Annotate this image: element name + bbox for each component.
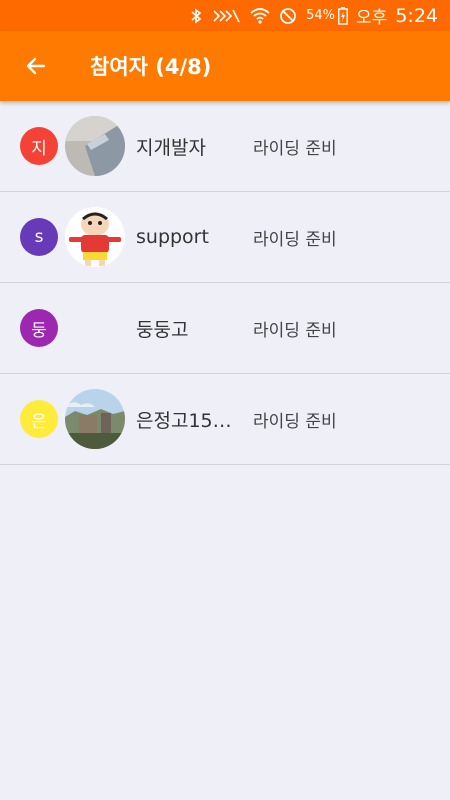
status-ampm: 오후 xyxy=(356,8,388,28)
avatar xyxy=(65,207,125,267)
battery-charging-icon xyxy=(338,6,348,25)
participant-name: support xyxy=(136,226,209,248)
initial-badge: 은 xyxy=(20,400,58,438)
avatar xyxy=(65,116,125,176)
list-item[interactable]: 은 은정고15… 라이딩 준비 xyxy=(0,374,450,465)
arrow-left-icon xyxy=(26,57,46,75)
participant-name: 지개발자 xyxy=(136,136,206,159)
list-item[interactable]: 둥 둥둥고 라이딩 준비 xyxy=(0,283,450,374)
page-title: 참여자 (4/8) xyxy=(90,55,212,79)
participant-status: 라이딩 준비 xyxy=(253,320,337,341)
back-button[interactable] xyxy=(0,31,72,101)
list-item[interactable]: 지 지개발자 라이딩 준비 xyxy=(0,101,450,192)
status-time: 5:24 xyxy=(395,4,438,27)
initial-badge: 지 xyxy=(20,127,58,165)
participant-name: 둥둥고 xyxy=(136,318,189,341)
avatar xyxy=(65,389,125,449)
initial-badge: 둥 xyxy=(20,309,58,347)
battery-percent: 54% xyxy=(306,8,336,23)
app-bar: 참여자 (4/8) xyxy=(0,31,450,101)
bluetooth-icon xyxy=(190,7,202,24)
participant-list: 지 지개발자 라이딩 준비 s support 라이딩 준비 둥 둥둥고 라이딩… xyxy=(0,101,450,465)
status-bar: 54% 오후 5:24 xyxy=(0,0,450,31)
participant-status: 라이딩 준비 xyxy=(253,138,337,159)
mute-icon xyxy=(211,8,241,24)
do-not-disturb-icon xyxy=(279,7,297,25)
initial-badge: s xyxy=(20,218,58,256)
list-item[interactable]: s support 라이딩 준비 xyxy=(0,192,450,283)
participant-status: 라이딩 준비 xyxy=(253,411,337,432)
participant-status: 라이딩 준비 xyxy=(253,229,337,250)
wifi-icon xyxy=(250,7,270,24)
participant-name: 은정고15… xyxy=(136,409,232,432)
